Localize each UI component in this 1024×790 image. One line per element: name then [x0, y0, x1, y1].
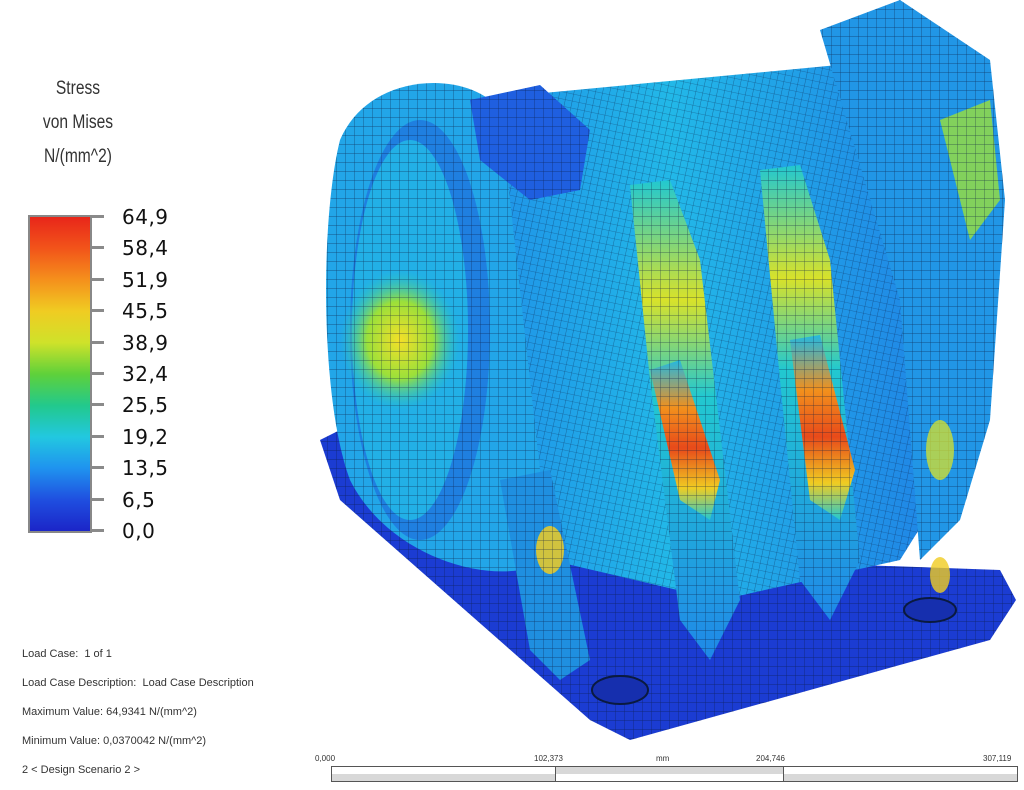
scale-tick — [92, 340, 104, 344]
scale-value-label: 38,9 — [122, 330, 169, 355]
fea-stress-model — [320, 0, 1016, 740]
scale-value-label: 58,4 — [122, 236, 169, 261]
load-case-text: Load Case: 1 of 1 — [22, 648, 112, 660]
minimum-value-text: Minimum Value: 0,0370042 N/(mm^2) — [22, 735, 207, 747]
scale-tick — [92, 309, 104, 313]
scale-label-3: 307,119 — [983, 754, 1012, 763]
legend-title: Stress von Mises N/(mm^2) — [29, 72, 127, 174]
color-scale-bar — [28, 215, 92, 533]
scale-value-label: 51,9 — [122, 267, 169, 292]
model-viewport[interactable] — [300, 0, 1024, 750]
scale-value-label: 25,5 — [122, 393, 169, 418]
scale-value-label: 32,4 — [122, 362, 169, 386]
legend-title-unit: N/(mm^2) — [44, 146, 112, 167]
scale-tick — [92, 372, 104, 375]
scale-tick — [92, 466, 104, 470]
scale-bar — [331, 766, 1018, 782]
load-case-description-text: Load Case Description: Load Case Descrip… — [22, 677, 254, 689]
scale-label-0: 0,000 — [315, 754, 336, 763]
scale-label-1: 102,373 — [534, 754, 563, 763]
scale-tick — [92, 403, 104, 407]
legend-title-type: von Mises — [42, 112, 114, 133]
scale-label-2: 204,746 — [756, 754, 785, 763]
scale-unit: mm — [656, 754, 670, 763]
scale-value-label: 45,5 — [122, 299, 169, 324]
design-scenario-text: 2 < Design Scenario 2 > — [22, 764, 141, 776]
scale-value-label: 64,9 — [122, 205, 169, 229]
scale-value-label: 0,0 — [122, 519, 156, 543]
scale-tick — [92, 529, 104, 532]
maximum-value-text: Maximum Value: 64,9341 N/(mm^2) — [22, 706, 197, 718]
legend-title-quantity: Stress — [55, 78, 101, 99]
scale-value-label: 6,5 — [122, 487, 156, 512]
scale-tick — [92, 277, 104, 281]
scale-tick — [92, 434, 104, 438]
scale-tick — [92, 246, 104, 250]
scale-tick — [92, 215, 104, 218]
scale-value-label: 19,2 — [122, 424, 169, 449]
color-scale-ticks — [92, 215, 106, 533]
scale-tick — [92, 497, 104, 501]
scale-value-label: 13,5 — [122, 456, 169, 481]
